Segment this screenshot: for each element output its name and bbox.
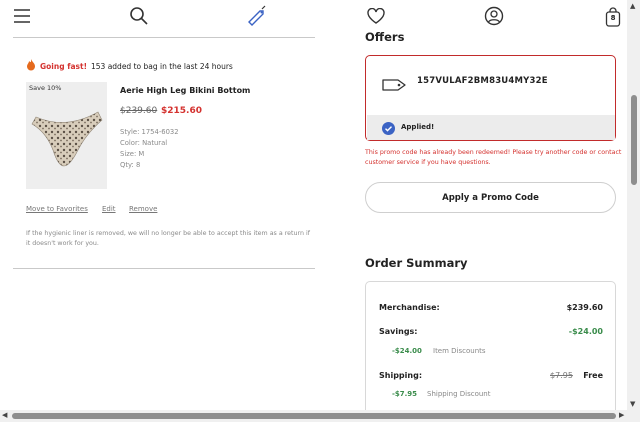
original-price: $239.60 [120, 106, 158, 116]
tag-icon[interactable] [246, 5, 268, 27]
scroll-right-arrow-icon[interactable]: ▶ [619, 411, 624, 419]
menu-icon[interactable] [13, 7, 31, 25]
product-color: Color: Natural [120, 139, 168, 147]
shipping-original: $7.95 [550, 371, 573, 380]
promo-code: 157VULAF2BM83U4MY32E [417, 76, 548, 86]
vertical-scrollbar[interactable] [627, 0, 640, 410]
scroll-up-arrow-icon[interactable]: ▲ [630, 2, 635, 10]
check-circle-icon [381, 121, 395, 135]
heart-icon[interactable] [366, 7, 386, 25]
order-summary-title: Order Summary [365, 256, 468, 270]
merchandise-label: Merchandise: [379, 303, 440, 312]
apply-promo-code-button[interactable]: Apply a Promo Code [365, 182, 616, 213]
product-qty: Qty: 8 [120, 161, 141, 169]
shipping-discount-amount: -$7.95 [392, 390, 418, 398]
merchandise-value: $239.60 [566, 303, 603, 312]
item-discount-amount: -$24.00 [392, 347, 422, 355]
vertical-scroll-thumb[interactable] [631, 95, 637, 185]
horizontal-scroll-thumb[interactable] [12, 413, 616, 419]
edit-link[interactable]: Edit [102, 205, 116, 213]
product-name[interactable]: Aerie High Leg Bikini Bottom [120, 86, 250, 95]
account-icon[interactable] [484, 6, 504, 26]
shipping-discount-label: Shipping Discount [427, 390, 491, 398]
move-to-favorites-link[interactable]: Move to Favorites [26, 205, 88, 213]
applied-status: Applied! [401, 123, 435, 131]
item-divider [13, 268, 315, 269]
hygienic-liner-note: If the hygienic liner is removed, we wil… [26, 230, 310, 247]
scroll-left-arrow-icon[interactable]: ◀ [2, 411, 7, 419]
product-style: Style: 1754-6032 [120, 128, 179, 136]
product-image[interactable] [26, 82, 107, 189]
shipping-value: Free [583, 371, 603, 380]
product-size: Size: M [120, 150, 145, 158]
bag-count: 8 [610, 14, 616, 22]
scroll-down-arrow-icon[interactable]: ▼ [630, 400, 635, 408]
save-badge: Save 10% [29, 84, 62, 92]
promo-error-message: This promo code has already been redeeme… [365, 149, 622, 166]
hurry-label: Going fast! [40, 61, 87, 71]
sale-price: $215.60 [161, 106, 202, 116]
hurry-text: 153 added to bag in the last 24 hours [91, 61, 233, 71]
shipping-label: Shipping: [379, 371, 423, 380]
remove-link[interactable]: Remove [129, 205, 157, 213]
savings-value: -$24.00 [568, 327, 603, 336]
offers-title: Offers [365, 30, 405, 44]
coupon-tag-icon [381, 75, 407, 95]
item-discount-label: Item Discounts [433, 347, 486, 355]
search-icon[interactable] [129, 6, 149, 26]
savings-label: Savings: [379, 327, 418, 336]
flame-icon [26, 59, 36, 73]
bag-icon[interactable]: 8 [604, 6, 622, 28]
hurry-banner: Going fast! 153 added to bag in the last… [26, 59, 233, 73]
header-divider [13, 37, 315, 38]
